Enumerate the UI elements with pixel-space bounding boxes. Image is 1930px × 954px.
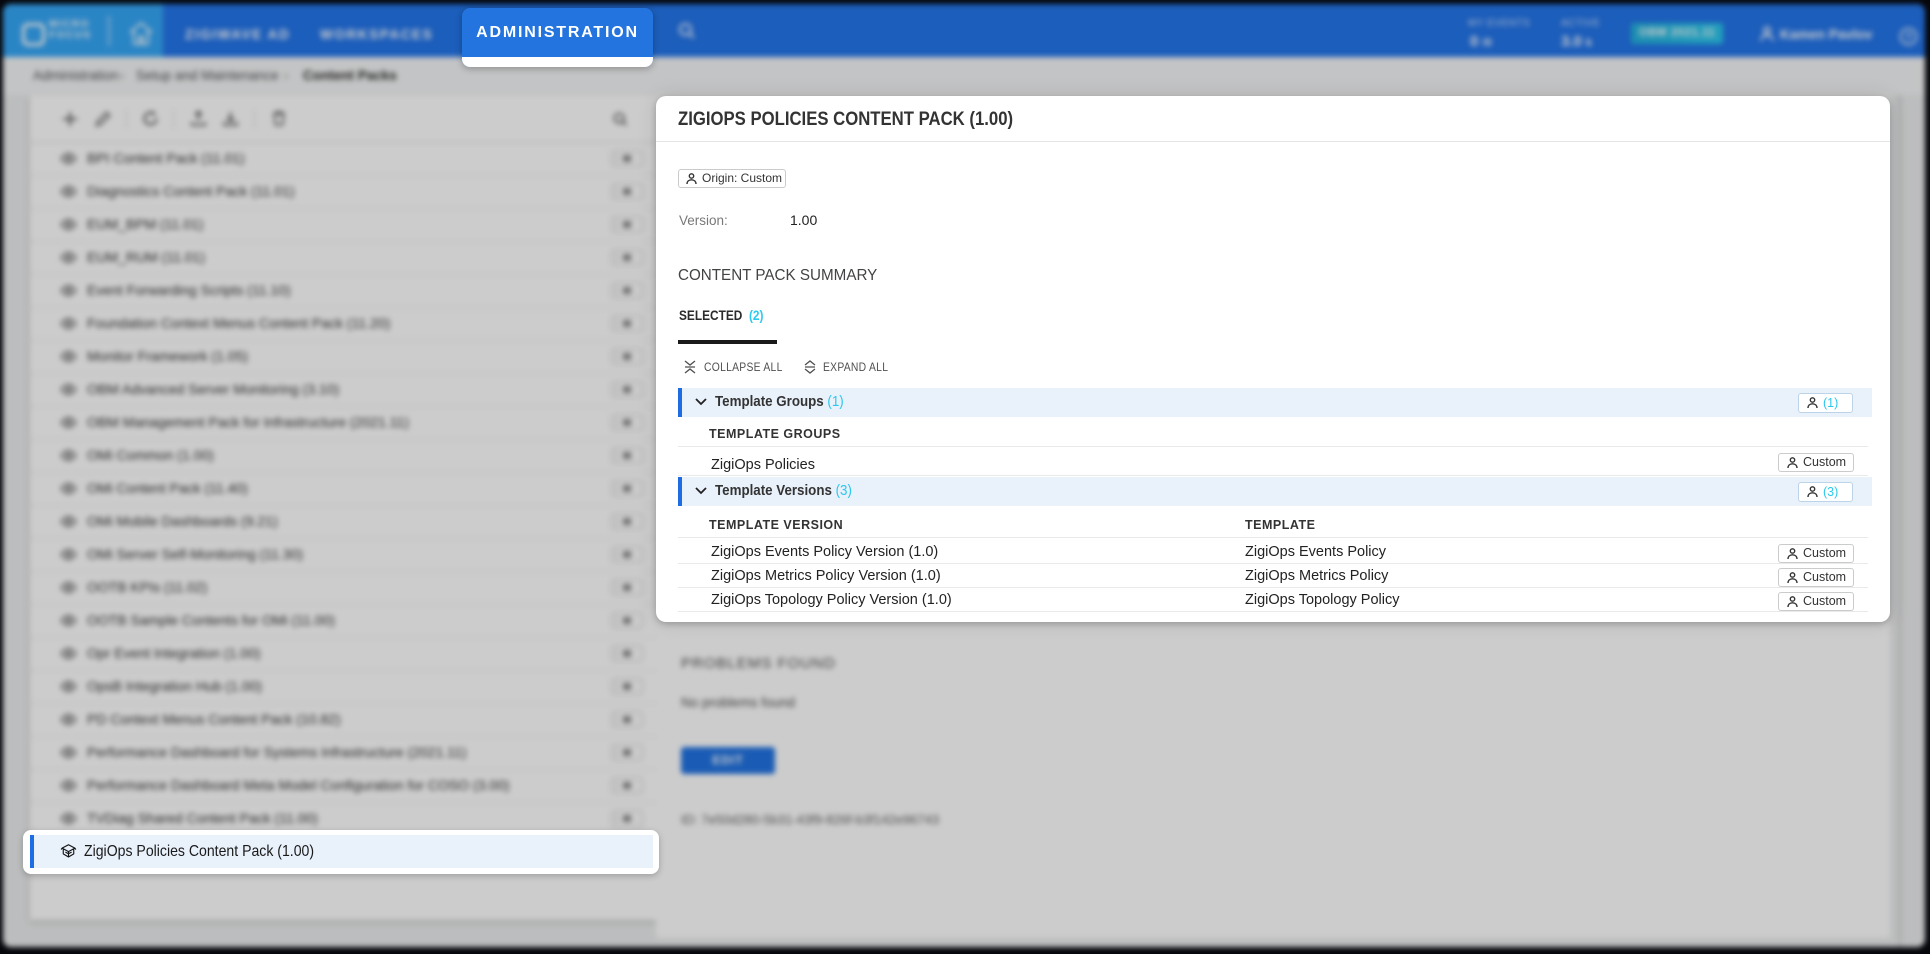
svg-text:?: ? [1905, 32, 1912, 44]
